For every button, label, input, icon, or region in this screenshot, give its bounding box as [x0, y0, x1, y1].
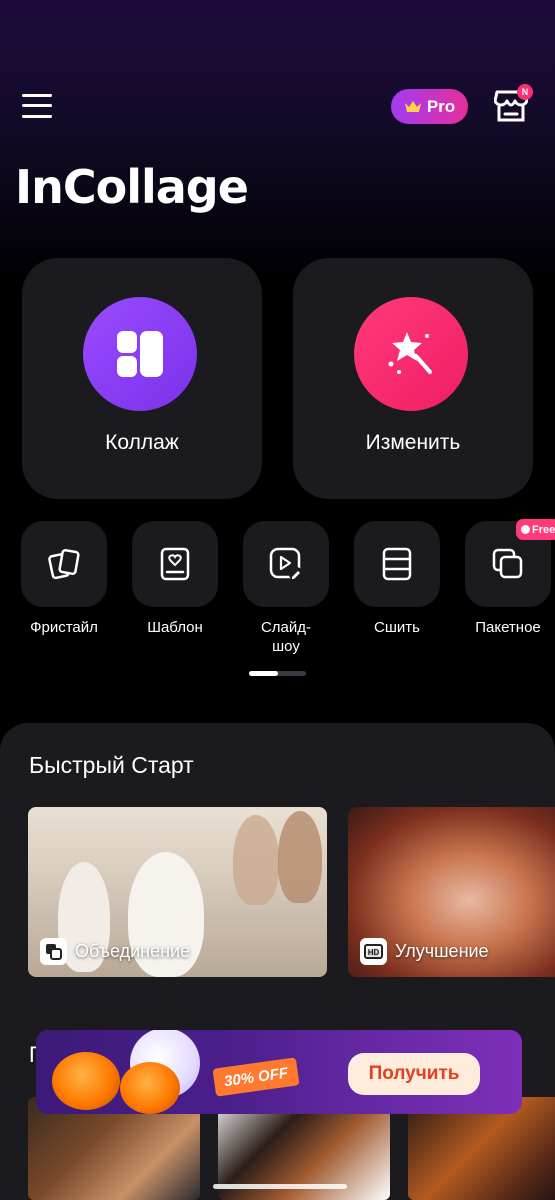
magic-wand-icon: [388, 332, 432, 374]
tool-template-box: [132, 521, 218, 607]
page-indicator-active: [249, 671, 278, 676]
tool-freestyle-box: [21, 521, 107, 607]
app-logo: InCollage: [15, 160, 249, 214]
enhance-label-group: HD Улучшение: [360, 938, 489, 965]
collage-button[interactable]: Коллаж: [22, 258, 262, 499]
promo-banner[interactable]: 30% OFF Получить: [36, 1030, 522, 1114]
svg-text:HD: HD: [368, 948, 380, 957]
edit-circle: [354, 297, 468, 411]
photo-figure: [233, 815, 279, 905]
tool-freestyle[interactable]: Фристайл: [21, 521, 107, 637]
tool-stitch-label: Сшить: [374, 619, 420, 636]
tool-slideshow[interactable]: Слайд- шоу: [243, 521, 329, 656]
tool-freestyle-label: Фристайл: [30, 619, 98, 636]
freestyle-cards-icon: [48, 549, 80, 580]
edit-label: Изменить: [365, 431, 461, 454]
merge-label-group: Объединение: [40, 938, 190, 965]
free-badge-label: Free: [532, 523, 555, 536]
crown-icon: [404, 101, 421, 112]
page-indicator: [249, 671, 306, 676]
quick-start-enhance-card[interactable]: HD Улучшение: [348, 807, 555, 977]
collage-circle: [83, 297, 197, 411]
home-indicator: [213, 1184, 347, 1189]
collage-grid-icon: [117, 331, 163, 377]
enhance-label: Улучшение: [395, 941, 489, 961]
get-offer-button[interactable]: Получить: [348, 1053, 480, 1095]
pro-label: Pro: [426, 96, 456, 116]
tool-template-label: Шаблон: [147, 619, 203, 636]
template-heart-icon: [160, 547, 190, 581]
store-badge: N: [517, 84, 533, 100]
collage-label: Коллаж: [105, 431, 179, 454]
batch-icon: [492, 548, 523, 579]
hd-icon: HD: [360, 938, 387, 965]
pumpkin-graphic: [120, 1062, 180, 1114]
tool-batch-label: Пакетное: [475, 619, 541, 636]
tool-slideshow-label: Слайд- шоу: [260, 619, 312, 655]
free-badge: Free: [516, 519, 555, 540]
hamburger-menu-icon[interactable]: [22, 92, 52, 120]
merge-label: Объединение: [75, 941, 191, 961]
tool-template[interactable]: Шаблон: [132, 521, 218, 637]
pro-button[interactable]: Pro: [391, 89, 468, 124]
promo-discount: 30% OFF: [212, 1057, 300, 1097]
stitch-icon: [382, 547, 412, 581]
header-background: [0, 0, 555, 280]
slideshow-play-icon: [269, 547, 303, 581]
tool-stitch-box: [354, 521, 440, 607]
photo-figure: [278, 811, 322, 903]
tool-slideshow-box: [243, 521, 329, 607]
edit-button[interactable]: Изменить: [293, 258, 533, 499]
pumpkin-graphic: [52, 1052, 120, 1110]
quick-start-title: Быстрый Старт: [29, 752, 194, 778]
clock-icon: [521, 525, 530, 534]
quick-start-merge-card[interactable]: Объединение: [28, 807, 327, 977]
tool-stitch[interactable]: Сшить: [354, 521, 440, 637]
merge-icon: [40, 938, 67, 965]
